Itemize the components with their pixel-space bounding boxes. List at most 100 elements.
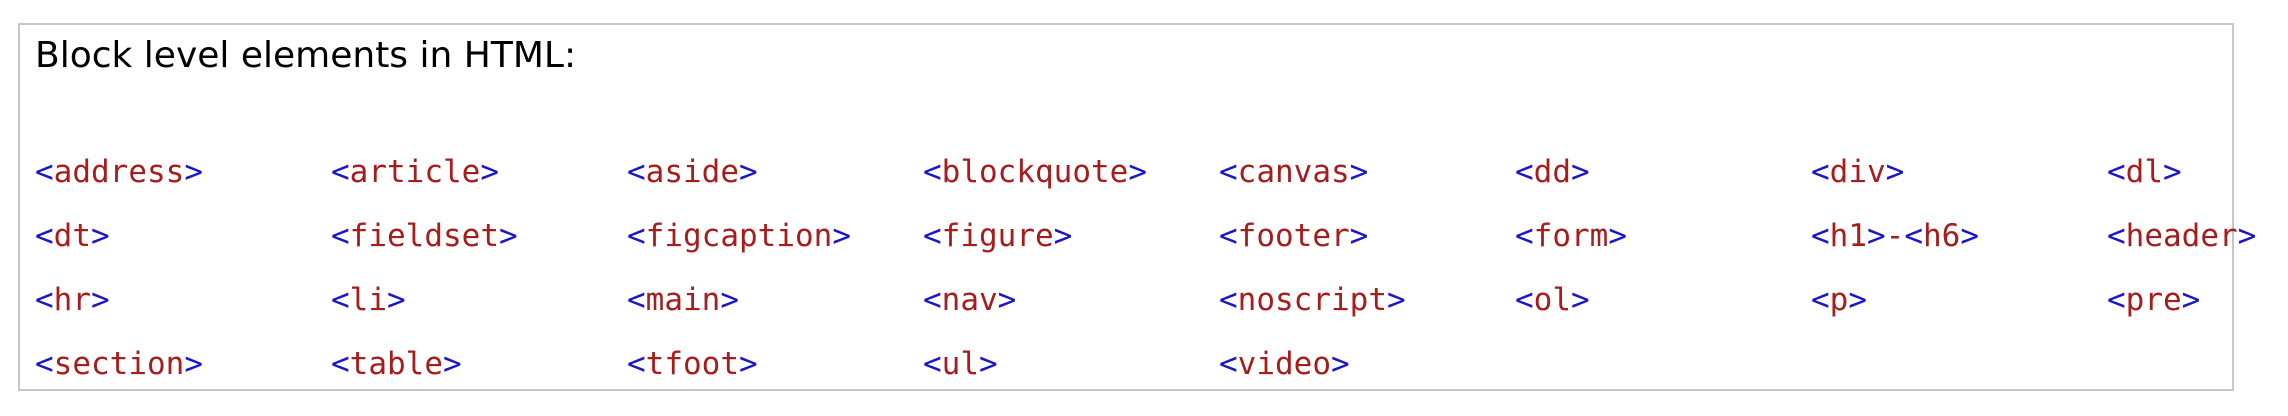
tag-bracket: <	[331, 282, 350, 318]
tag-bracket: >	[1571, 154, 1590, 190]
element-tag: <video>	[1219, 332, 1515, 396]
element-tag: <figure>	[923, 204, 1219, 268]
tag-name: pre	[2125, 282, 2182, 318]
element-tag: <form>	[1515, 204, 1811, 268]
tag-bracket: <	[2107, 154, 2126, 190]
tag-bracket: >	[1608, 218, 1627, 254]
tag-bracket: <	[627, 346, 646, 382]
element-tag: <article>	[331, 140, 627, 204]
tag-name: dl	[2125, 154, 2163, 190]
tag-bracket: >	[739, 346, 758, 382]
tag-bracket: <	[1904, 218, 1924, 254]
tag-bracket: <	[627, 282, 646, 318]
tag-name: -	[1885, 218, 1905, 254]
tag-name: video	[1237, 346, 1331, 382]
tag-bracket: >	[979, 346, 998, 382]
tag-bracket: <	[35, 282, 54, 318]
element-tag: <aside>	[627, 140, 923, 204]
tag-bracket: >	[1885, 154, 1905, 190]
tag-bracket: <	[331, 346, 350, 382]
tag-name: main	[645, 282, 721, 318]
tag-bracket: >	[480, 154, 499, 190]
tag-bracket: >	[2237, 218, 2257, 254]
tag-name: figure	[941, 218, 1054, 254]
element-tag: <main>	[627, 268, 923, 332]
tag-bracket: <	[1219, 218, 1238, 254]
tag-bracket: >	[1386, 282, 1406, 318]
tag-bracket: >	[1571, 282, 1590, 318]
tag-bracket: <	[35, 346, 54, 382]
tag-bracket: >	[184, 346, 203, 382]
tag-bracket: <	[1515, 218, 1534, 254]
tag-bracket: <	[35, 154, 54, 190]
element-tag: <header>	[2107, 204, 2288, 268]
tag-name: address	[53, 154, 185, 190]
tag-bracket: >	[1960, 218, 1980, 254]
tag-bracket: <	[627, 218, 646, 254]
tag-bracket: >	[387, 282, 406, 318]
tag-name: form	[1533, 218, 1609, 254]
tag-bracket: >	[997, 282, 1017, 318]
tag-bracket: >	[1331, 346, 1350, 382]
tag-name: h6	[1923, 218, 1961, 254]
tag-bracket: <	[627, 154, 646, 190]
tag-bracket: >	[1349, 154, 1369, 190]
element-tag: <footer>	[1219, 204, 1515, 268]
tag-bracket: <	[1219, 154, 1238, 190]
tag-bracket: >	[1349, 218, 1369, 254]
tag-bracket: >	[1848, 282, 1868, 318]
tag-bracket: <	[35, 218, 54, 254]
tag-name: tfoot	[645, 346, 739, 382]
element-tag: <p>	[1811, 268, 2107, 332]
element-tag: <ol>	[1515, 268, 1811, 332]
element-tag: <fieldset>	[331, 204, 627, 268]
tag-bracket: >	[91, 218, 110, 254]
tag-bracket: <	[923, 218, 942, 254]
tag-name: figcaption	[645, 218, 833, 254]
element-tag: <dt>	[35, 204, 331, 268]
tag-bracket: <	[923, 282, 942, 318]
element-tag: <address>	[35, 140, 331, 204]
element-tag: <div>	[1811, 140, 2107, 204]
element-tag: <h1>-<h6>	[1811, 204, 2107, 268]
tag-name: dt	[53, 218, 91, 254]
tag-bracket: <	[1219, 346, 1238, 382]
tag-name: fieldset	[349, 218, 499, 254]
tag-bracket: >	[498, 218, 518, 254]
tag-name: nav	[941, 282, 998, 318]
tag-name: aside	[645, 154, 739, 190]
tag-bracket: <	[2107, 218, 2126, 254]
element-tag: <dd>	[1515, 140, 1811, 204]
element-tag: <figcaption>	[627, 204, 923, 268]
element-tag: <hr>	[35, 268, 331, 332]
tag-bracket: >	[1867, 218, 1886, 254]
tag-name: ul	[941, 346, 979, 382]
panel-heading: Block level elements in HTML:	[35, 35, 577, 76]
tag-name: li	[349, 282, 387, 318]
tag-bracket: <	[331, 154, 350, 190]
tag-bracket: <	[331, 218, 350, 254]
tag-bracket: <	[1219, 282, 1238, 318]
tag-name: dd	[1533, 154, 1571, 190]
tag-bracket: <	[923, 346, 942, 382]
tag-name: h1	[1829, 218, 1867, 254]
tag-bracket: >	[443, 346, 462, 382]
tag-bracket: >	[2163, 154, 2182, 190]
element-tag-grid: <address> <article> <aside> <blockquote> <ca…	[35, 140, 2288, 396]
tag-name: header	[2125, 218, 2238, 254]
tag-name: noscript	[1237, 282, 1387, 318]
element-tag: <noscript>	[1219, 268, 1515, 332]
tag-bracket: >	[91, 282, 110, 318]
element-tag: <ul>	[923, 332, 1219, 396]
tag-bracket: <	[2107, 282, 2126, 318]
element-tag: <pre>	[2107, 268, 2288, 332]
tag-name: footer	[1237, 218, 1350, 254]
tag-name: section	[53, 346, 185, 382]
tag-name: hr	[53, 282, 91, 318]
element-tag: <li>	[331, 268, 627, 332]
tag-bracket: >	[832, 218, 851, 254]
tag-bracket: >	[1128, 154, 1147, 190]
tag-name: article	[349, 154, 481, 190]
tag-bracket: <	[1811, 218, 1830, 254]
tag-bracket: >	[720, 282, 739, 318]
